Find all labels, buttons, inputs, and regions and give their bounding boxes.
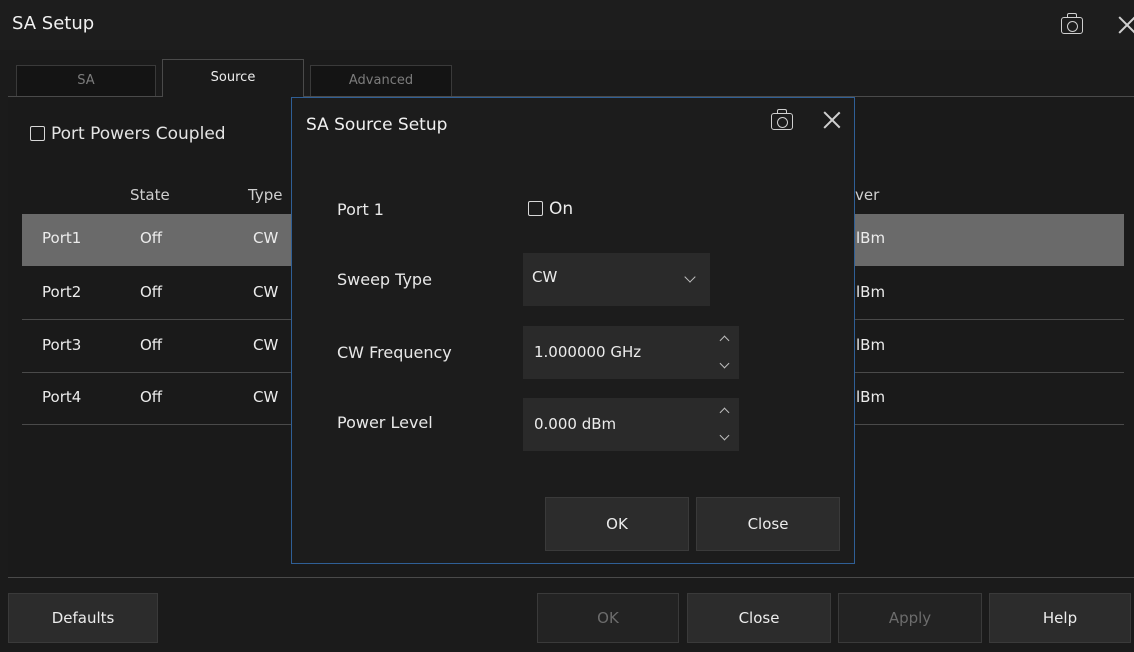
sweep-type-select[interactable]: CW	[523, 253, 710, 306]
screenshot-camera-icon[interactable]	[1061, 13, 1083, 34]
dialog-title: SA Source Setup	[306, 115, 448, 135]
cw-frequency-label: CW Frequency	[337, 343, 452, 362]
port-name: Port2	[42, 283, 82, 301]
port-state: Off	[140, 283, 163, 301]
column-header-type: Type	[248, 186, 283, 204]
tab-sa[interactable]: SA	[16, 65, 156, 97]
dialog-ok-button[interactable]: OK	[545, 497, 689, 551]
port-1-label: Port 1	[337, 200, 384, 219]
port-power: lBm	[856, 229, 886, 247]
port-power: lBm	[856, 336, 886, 354]
cw-frequency-input[interactable]: 1.000000 GHz	[523, 326, 739, 379]
port-type: CW	[253, 336, 279, 354]
port-power: lBm	[856, 283, 886, 301]
power-level-input[interactable]: 0.000 dBm	[523, 398, 739, 451]
power-level-label: Power Level	[337, 413, 433, 432]
close-button[interactable]: Close	[687, 593, 831, 643]
title-bar: SA Setup	[0, 0, 1134, 50]
dialog-close-icon[interactable]	[823, 111, 841, 129]
tab-advanced[interactable]: Advanced	[310, 65, 452, 97]
port-state: Off	[140, 336, 163, 354]
chevron-down-icon	[684, 271, 696, 283]
spin-up-icon[interactable]	[719, 335, 730, 346]
port-1-on-checkbox[interactable]: On	[528, 199, 573, 219]
defaults-button[interactable]: Defaults	[8, 593, 158, 643]
apply-button[interactable]: Apply	[838, 593, 982, 643]
port-state: Off	[140, 229, 163, 247]
help-button[interactable]: Help	[989, 593, 1131, 643]
port-type: CW	[253, 229, 279, 247]
dialog-close-button[interactable]: Close	[696, 497, 840, 551]
spin-up-icon[interactable]	[719, 407, 730, 418]
sweep-type-value: CW	[532, 268, 558, 286]
port-state: Off	[140, 388, 163, 406]
sa-setup-window: SA Setup SA Source Advanced Port Powers …	[0, 0, 1134, 652]
window-title: SA Setup	[12, 13, 95, 34]
column-header-state: State	[130, 186, 170, 204]
spin-down-icon[interactable]	[719, 358, 730, 369]
ok-button[interactable]: OK	[537, 593, 679, 643]
port-type: CW	[253, 388, 279, 406]
tab-source[interactable]: Source	[162, 59, 304, 97]
spin-down-icon[interactable]	[719, 430, 730, 441]
port-powers-coupled-label: Port Powers Coupled	[51, 124, 226, 144]
on-label: On	[549, 199, 574, 219]
close-window-icon[interactable]	[1118, 16, 1134, 34]
cw-frequency-value: 1.000000 GHz	[534, 343, 642, 361]
port-powers-coupled-checkbox[interactable]: Port Powers Coupled	[30, 124, 226, 144]
port-power: lBm	[856, 388, 886, 406]
port-name: Port3	[42, 336, 82, 354]
checkbox-box[interactable]	[528, 201, 543, 216]
port-type: CW	[253, 283, 279, 301]
sweep-type-label: Sweep Type	[337, 270, 432, 289]
column-header-power: ver	[855, 186, 880, 204]
power-level-value: 0.000 dBm	[534, 415, 617, 433]
port-name: Port4	[42, 388, 82, 406]
port-name: Port1	[42, 229, 82, 247]
sa-source-setup-dialog: SA Source Setup Port 1 On Sweep Type CW …	[291, 97, 855, 564]
dialog-camera-icon[interactable]	[771, 109, 793, 130]
checkbox-box[interactable]	[30, 126, 45, 141]
